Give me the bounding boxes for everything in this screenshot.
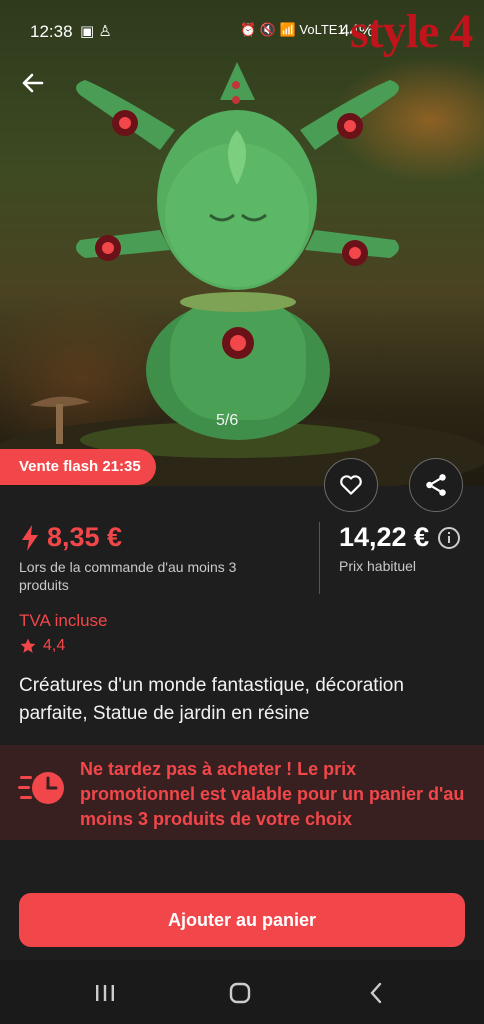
home-button[interactable] xyxy=(220,978,260,1008)
flash-price: 8,35 € xyxy=(19,522,122,553)
product-title: Créatures d'un monde fantastique, décora… xyxy=(19,675,404,724)
system-nav-bar xyxy=(0,960,484,1024)
regular-price-label: Prix habituel xyxy=(339,558,417,574)
share-button[interactable] xyxy=(409,458,463,512)
flash-price-value: 8,35 € xyxy=(47,522,123,552)
flash-sale-badge: Vente flash 21:35 xyxy=(0,449,156,485)
promo-text: Ne tardez pas à acheter ! Le prix promot… xyxy=(80,759,465,829)
add-to-cart-button[interactable]: Ajouter au panier xyxy=(19,893,465,947)
rating-value: 4,4 xyxy=(43,637,66,654)
recent-apps-icon xyxy=(96,985,114,1001)
back-nav-button[interactable] xyxy=(356,978,396,1008)
notification-icons: ▣ ♙ xyxy=(80,23,112,40)
product-photo-statue xyxy=(0,62,484,486)
clock-fast-icon xyxy=(18,772,64,804)
network-label: VoLTE1 xyxy=(299,22,345,37)
product-image[interactable] xyxy=(0,0,484,486)
rating[interactable]: 4,4 xyxy=(19,637,65,655)
watermark: style 4 xyxy=(350,5,473,58)
arrow-left-icon xyxy=(22,73,44,93)
home-icon xyxy=(229,982,251,1004)
heart-icon xyxy=(340,475,362,495)
status-time: 12:38 xyxy=(30,22,73,41)
info-icon[interactable] xyxy=(437,526,461,550)
regular-price-value: 14,22 € xyxy=(339,522,430,552)
gallery-counter: 5/6 xyxy=(216,412,239,429)
recent-apps-button[interactable] xyxy=(85,978,125,1008)
back-button[interactable] xyxy=(16,66,50,100)
network-icons: ⏰ 🔇 📶 VoLTE1 xyxy=(240,22,345,37)
star-icon xyxy=(20,638,36,653)
price-divider xyxy=(319,522,320,594)
tva-label: TVA incluse xyxy=(19,611,108,630)
regular-price: 14,22 € xyxy=(339,522,461,553)
share-icon xyxy=(426,474,446,496)
lightning-icon xyxy=(22,524,38,551)
chevron-left-icon xyxy=(370,982,382,1004)
promo-banner: Ne tardez pas à acheter ! Le prix promot… xyxy=(0,745,484,840)
favorite-button[interactable] xyxy=(324,458,378,512)
flash-price-condition: Lors de la commande d'au moins 3 produit… xyxy=(19,559,237,593)
